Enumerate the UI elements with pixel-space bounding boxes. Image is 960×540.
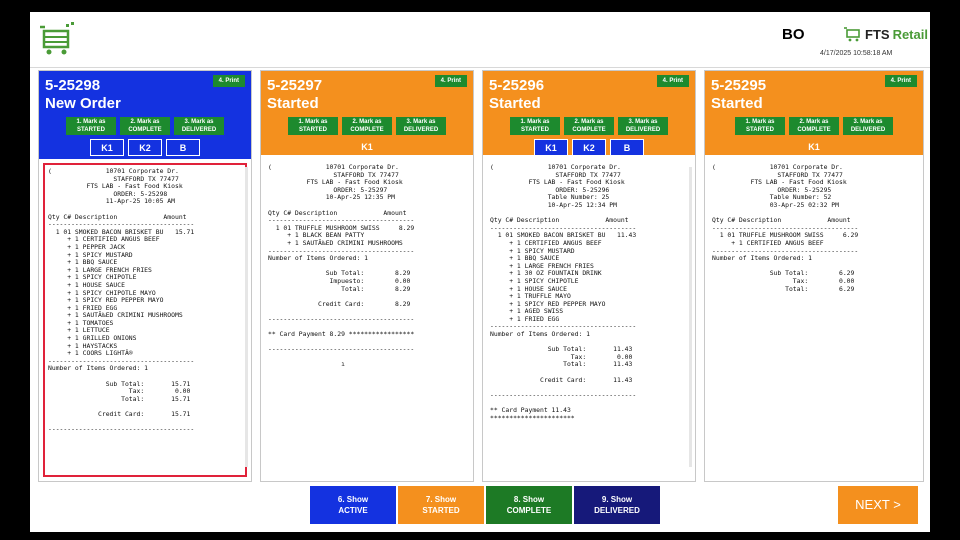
kitchen-k1-button[interactable]: K1	[90, 139, 124, 156]
kitchen-b-button[interactable]: B	[166, 139, 200, 156]
brand-cart-icon	[844, 27, 860, 42]
timestamp: 4/17/2025 10:58:18 AM	[820, 50, 893, 57]
order-card[interactable]: 5-25297 Started 4. Print 1. Mark as START…	[260, 70, 474, 482]
footer-bar: 6. Show ACTIVE 7. Show STARTED 8. Show COMP…	[30, 484, 930, 532]
kitchen-k2-button[interactable]: K2	[572, 139, 606, 156]
mark-started-button[interactable]: 1. Mark as STARTED	[66, 117, 116, 135]
kds-screen: BO FTS Retail 4/17/2025 10:58:18 AM 5-252…	[30, 12, 930, 532]
show-delivered-button[interactable]: 9. Show DELIVERED	[574, 486, 660, 524]
scrollbar[interactable]	[689, 167, 692, 467]
mark-complete-button[interactable]: 2. Mark as COMPLETE	[789, 117, 839, 135]
kitchen-k2-button[interactable]: K2	[128, 139, 162, 156]
receipt-text: ( 10701 Corporate Dr. STAFFORD TX 77477 …	[268, 163, 415, 369]
receipt-text: ( 10701 Corporate Dr. STAFFORD TX 77477 …	[43, 163, 247, 477]
print-button[interactable]: 4. Print	[884, 75, 917, 87]
order-status: New Order	[45, 95, 121, 112]
mark-started-button[interactable]: 1. Mark as STARTED	[288, 117, 338, 135]
receipt-text: ( 10701 Corporate Dr. STAFFORD TX 77477 …	[490, 163, 637, 422]
order-card-header: 5-25297 Started 4. Print 1. Mark as START…	[261, 71, 473, 155]
order-card[interactable]: 5-25295 Started 4. Print 1. Mark as START…	[704, 70, 924, 482]
brand-prefix: FTS	[865, 26, 890, 42]
show-complete-button[interactable]: 8. Show COMPLETE	[486, 486, 572, 524]
top-bar: BO FTS Retail 4/17/2025 10:58:18 AM	[30, 12, 930, 68]
print-button[interactable]: 4. Print	[434, 75, 467, 87]
order-status: Started	[267, 95, 319, 112]
mark-delivered-button[interactable]: 3. Mark as DELIVERED	[174, 117, 224, 135]
mark-complete-button[interactable]: 2. Mark as COMPLETE	[342, 117, 392, 135]
brand-suffix: Retail	[892, 26, 928, 42]
order-card[interactable]: 5-25296 Started 4. Print 1. Mark as START…	[482, 70, 696, 482]
kitchen-k1-button[interactable]: K1	[797, 139, 831, 156]
order-card-header: 5-25296 Started 4. Print 1. Mark as START…	[483, 71, 695, 156]
scrollbar[interactable]	[245, 167, 248, 467]
next-button[interactable]: NEXT >	[838, 486, 918, 524]
receipt-text: ( 10701 Corporate Dr. STAFFORD TX 77477 …	[712, 163, 859, 293]
kitchen-k1-button[interactable]: K1	[350, 139, 384, 156]
order-status: Started	[489, 95, 541, 112]
show-active-button[interactable]: 6. Show ACTIVE	[310, 486, 396, 524]
order-card[interactable]: 5-25298 New Order 4. Print 1. Mark as STA…	[38, 70, 252, 482]
user-code: BO	[782, 26, 805, 43]
order-status: Started	[711, 95, 763, 112]
mark-complete-button[interactable]: 2. Mark as COMPLETE	[564, 117, 614, 135]
mark-delivered-button[interactable]: 3. Mark as DELIVERED	[618, 117, 668, 135]
mark-started-button[interactable]: 1. Mark as STARTED	[510, 117, 560, 135]
order-card-header: 5-25295 Started 4. Print 1. Mark as START…	[705, 71, 923, 155]
show-started-button[interactable]: 7. Show STARTED	[398, 486, 484, 524]
brand-logo: FTS Retail	[844, 26, 928, 42]
mark-started-button[interactable]: 1. Mark as STARTED	[735, 117, 785, 135]
mark-complete-button[interactable]: 2. Mark as COMPLETE	[120, 117, 170, 135]
kitchen-b-button[interactable]: B	[610, 139, 644, 156]
print-button[interactable]: 4. Print	[212, 75, 245, 87]
kitchen-k1-button[interactable]: K1	[534, 139, 568, 156]
print-button[interactable]: 4. Print	[656, 75, 689, 87]
cart-logo-icon	[40, 22, 74, 55]
mark-delivered-button[interactable]: 3. Mark as DELIVERED	[396, 117, 446, 135]
mark-delivered-button[interactable]: 3. Mark as DELIVERED	[843, 117, 893, 135]
order-card-header: 5-25298 New Order 4. Print 1. Mark as STA…	[39, 71, 251, 159]
